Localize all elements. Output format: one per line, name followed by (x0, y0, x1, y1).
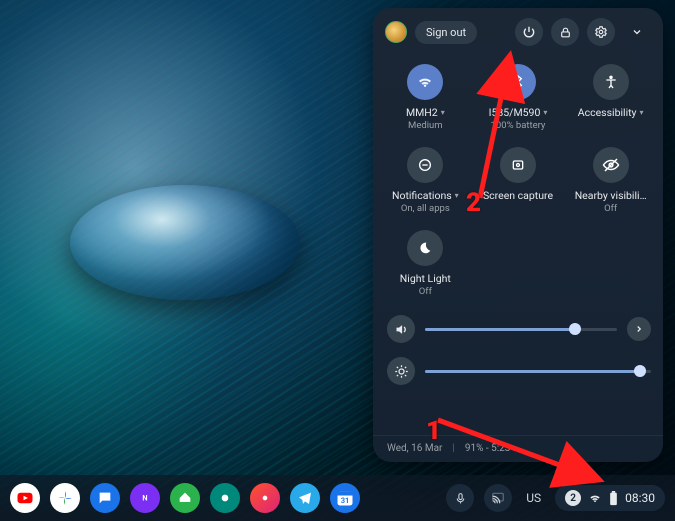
status-tray[interactable]: 2 08:30 (555, 485, 665, 511)
tile-nearby-visibility[interactable]: Nearby visibili… Off (564, 141, 657, 220)
app-calendar[interactable]: 31 (330, 483, 360, 513)
input-language[interactable]: US (522, 491, 545, 505)
app-telegram[interactable] (290, 483, 320, 513)
tile-sub: Off (604, 203, 617, 214)
calendar-icon: 31 (335, 488, 355, 508)
microphone-icon (454, 492, 467, 505)
tile-sub: On, all apps (401, 203, 450, 214)
footer-separator: | (452, 443, 454, 454)
status-area: US 2 08:30 (446, 484, 665, 512)
sliders-area (373, 307, 663, 389)
collapse-button[interactable] (623, 18, 651, 46)
annotation-number-2: 2 (466, 188, 481, 218)
spark-icon (258, 491, 272, 505)
chevron-right-icon (634, 324, 644, 334)
chevron-down-icon: ▾ (640, 108, 644, 118)
app-photos[interactable] (50, 483, 80, 513)
quick-settings-panel: Sign out MMH2▾ (373, 8, 663, 462)
volume-icon (394, 322, 409, 337)
annotation-number-1: 1 (426, 416, 441, 446)
quick-settings-header: Sign out (373, 8, 663, 52)
tile-label: Night Light (400, 272, 451, 285)
app-generic-gradient[interactable] (250, 483, 280, 513)
chevron-down-icon: ▾ (441, 108, 445, 118)
feedly-icon (177, 490, 193, 506)
visibility-off-icon (593, 147, 629, 183)
brightness-icon (394, 364, 409, 379)
bluetooth-icon (500, 64, 536, 100)
sign-out-button[interactable]: Sign out (415, 21, 477, 44)
brightness-slider[interactable] (425, 370, 651, 373)
app-youtube[interactable] (10, 483, 40, 513)
screen-capture-icon (500, 147, 536, 183)
app-onenote[interactable]: N (130, 483, 160, 513)
tile-sub: Medium (408, 120, 443, 131)
gear-icon (594, 25, 608, 39)
volume-button[interactable] (387, 315, 415, 343)
clock: 08:30 (625, 491, 655, 505)
tile-label: MMH2 (406, 106, 438, 119)
lock-button[interactable] (551, 18, 579, 46)
brightness-button[interactable] (387, 357, 415, 385)
power-icon (522, 25, 536, 39)
wallpaper-droplet (70, 185, 300, 300)
tile-label: Notifications (392, 189, 452, 202)
quick-settings-tiles: MMH2▾ Medium I585/M590▾ 100% battery Acc… (373, 52, 663, 303)
quick-settings-footer: Wed, 16 Mar | 91% - 5:23 … (373, 435, 663, 462)
photos-icon (56, 489, 74, 507)
brightness-row (387, 357, 651, 385)
chevron-down-icon (631, 26, 643, 38)
voice-input-button[interactable] (446, 484, 474, 512)
app-feedly[interactable] (170, 483, 200, 513)
tile-wifi[interactable]: MMH2▾ Medium (379, 58, 472, 137)
wifi-icon (588, 491, 602, 505)
youtube-icon (16, 489, 34, 507)
power-button[interactable] (515, 18, 543, 46)
tile-screen-capture[interactable]: Screen capture (472, 141, 565, 220)
volume-row (387, 315, 651, 343)
dnd-icon (407, 147, 443, 183)
volume-slider[interactable] (425, 328, 617, 331)
tile-accessibility[interactable]: Accessibility▾ (564, 58, 657, 137)
cast-button[interactable] (484, 484, 512, 512)
cast-icon (491, 491, 505, 505)
tile-night-light[interactable]: Night Light Off (379, 224, 472, 303)
settings-button[interactable] (587, 18, 615, 46)
tile-notifications[interactable]: Notifications▾ On, all apps (379, 141, 472, 220)
avatar[interactable] (385, 21, 407, 43)
tile-sub: Off (419, 286, 432, 297)
footer-battery[interactable]: 91% - 5:23 … (465, 443, 520, 454)
accessibility-icon (593, 64, 629, 100)
tile-sub: 100% battery (491, 120, 546, 131)
svg-text:N: N (142, 494, 147, 503)
chevron-down-icon: ▾ (455, 191, 459, 201)
tile-label: Accessibility (578, 106, 637, 119)
lock-icon (559, 26, 572, 39)
app-messages[interactable] (90, 483, 120, 513)
svg-text:31: 31 (341, 496, 350, 505)
tile-bluetooth[interactable]: I585/M590▾ 100% battery (472, 58, 565, 137)
chevron-down-icon: ▾ (543, 108, 547, 118)
wifi-icon (407, 64, 443, 100)
tile-label: I585/M590 (489, 106, 541, 119)
onenote-icon: N (137, 490, 153, 506)
audio-settings-button[interactable] (627, 317, 651, 341)
tile-label: Screen capture (483, 189, 553, 202)
battery-icon (609, 491, 618, 506)
app-generic-green[interactable] (210, 483, 240, 513)
circle-icon (217, 490, 233, 506)
messages-icon (97, 490, 113, 506)
shelf: N 31 US 2 08:30 (0, 475, 675, 521)
tile-label: Nearby visibili… (575, 189, 647, 202)
telegram-icon (297, 490, 313, 506)
notification-count-badge: 2 (565, 490, 581, 506)
night-light-icon (407, 230, 443, 266)
